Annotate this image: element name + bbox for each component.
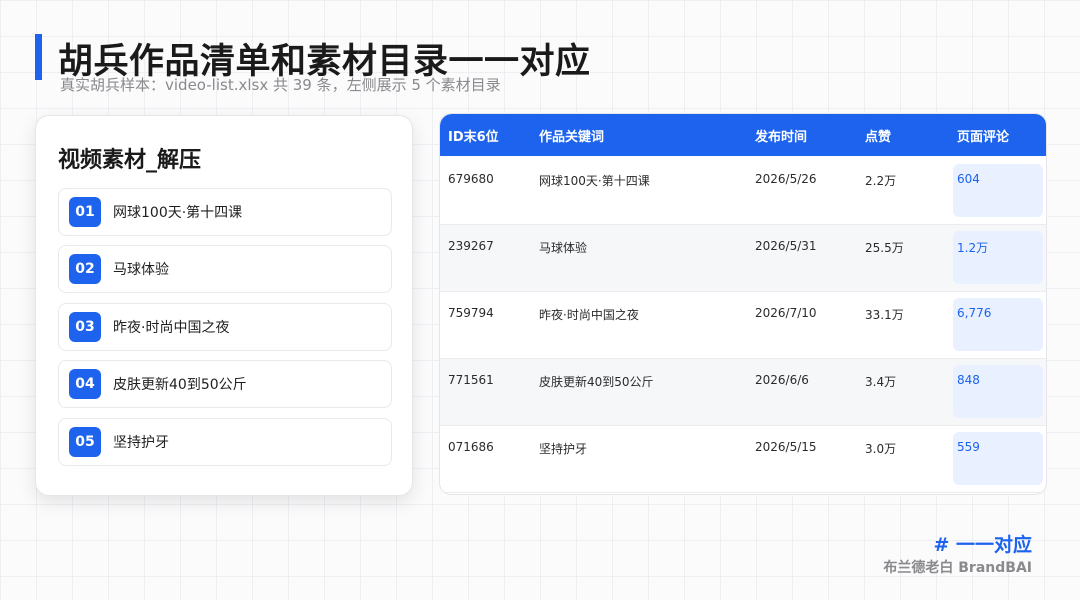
- works-table: ID末6位 作品关键词 发布时间 点赞 页面评论 679680 网球100天·第…: [439, 113, 1047, 495]
- table-row[interactable]: 679680 网球100天·第十四课 2026/5/26 2.2万 604: [440, 158, 1046, 225]
- hashtag-label: # 一一对应: [933, 534, 1032, 556]
- table-row[interactable]: 071686 坚持护牙 2026/5/15 3.0万 559: [440, 426, 1046, 493]
- cell-id: 071686: [448, 440, 494, 454]
- comment-cell: 604: [953, 164, 1043, 217]
- column-header-likes: 点赞: [865, 130, 892, 145]
- cell-keyword: 昨夜·时尚中国之夜: [539, 308, 639, 322]
- table-header: ID末6位 作品关键词 发布时间 点赞 页面评论: [440, 114, 1046, 156]
- cell-comments: 559: [957, 440, 980, 454]
- material-item-label: 昨夜·时尚中国之夜: [113, 320, 230, 336]
- comment-cell: 559: [953, 432, 1043, 485]
- material-item-label: 网球100天·第十四课: [113, 205, 243, 221]
- comment-cell: 1.2万: [953, 231, 1043, 284]
- cell-likes: 33.1万: [865, 308, 904, 322]
- material-item-5[interactable]: 05 坚持护牙: [58, 418, 392, 466]
- cell-id: 239267: [448, 239, 494, 253]
- cell-date: 2026/5/31: [755, 239, 817, 253]
- column-header-id: ID末6位: [448, 130, 499, 145]
- cell-date: 2026/7/10: [755, 306, 817, 320]
- cell-keyword: 皮肤更新40到50公斤: [539, 375, 654, 389]
- item-number-badge: 03: [69, 312, 101, 342]
- cell-comments: 848: [957, 373, 980, 387]
- column-header-comments: 页面评论: [957, 130, 1010, 145]
- cell-date: 2026/5/15: [755, 440, 817, 454]
- material-item-4[interactable]: 04 皮肤更新40到50公斤: [58, 360, 392, 408]
- table-row[interactable]: 239267 马球体验 2026/5/31 25.5万 1.2万: [440, 225, 1046, 292]
- cell-keyword: 网球100天·第十四课: [539, 174, 650, 188]
- cell-id: 679680: [448, 172, 494, 186]
- material-directory-card: 视频素材_解压 01 网球100天·第十四课 02 马球体验 03 昨夜·时尚中…: [35, 115, 413, 496]
- title-accent-bar: [35, 34, 42, 80]
- item-number-badge: 05: [69, 427, 101, 457]
- item-number-badge: 01: [69, 197, 101, 227]
- cell-likes: 3.0万: [865, 442, 897, 456]
- cell-id: 759794: [448, 306, 494, 320]
- cell-date: 2026/6/6: [755, 373, 809, 387]
- cell-keyword: 坚持护牙: [539, 442, 588, 456]
- material-item-label: 皮肤更新40到50公斤: [113, 377, 247, 393]
- cell-comments: 1.2万: [957, 241, 989, 255]
- cell-likes: 25.5万: [865, 241, 904, 255]
- cell-keyword: 马球体验: [539, 241, 588, 255]
- material-item-label: 马球体验: [113, 262, 169, 278]
- cell-id: 771561: [448, 373, 494, 387]
- material-item-1[interactable]: 01 网球100天·第十四课: [58, 188, 392, 236]
- item-number-badge: 04: [69, 369, 101, 399]
- column-header-date: 发布时间: [755, 130, 808, 145]
- table-row[interactable]: 759794 昨夜·时尚中国之夜 2026/7/10 33.1万 6,776: [440, 292, 1046, 359]
- cell-likes: 2.2万: [865, 174, 897, 188]
- item-number-badge: 02: [69, 254, 101, 284]
- comment-cell: 6,776: [953, 298, 1043, 351]
- cell-comments: 604: [957, 172, 980, 186]
- cell-likes: 3.4万: [865, 375, 897, 389]
- brand-watermark: 布兰德老白 BrandBAI: [883, 560, 1032, 576]
- material-item-2[interactable]: 02 马球体验: [58, 245, 392, 293]
- material-item-label: 坚持护牙: [113, 435, 169, 451]
- cell-comments: 6,776: [957, 306, 992, 320]
- column-header-keyword: 作品关键词: [539, 130, 605, 145]
- material-item-3[interactable]: 03 昨夜·时尚中国之夜: [58, 303, 392, 351]
- page-subtitle: 真实胡兵样本：video-list.xlsx 共 39 条，左侧展示 5 个素材…: [60, 76, 501, 94]
- card-title: 视频素材_解压: [58, 148, 202, 173]
- cell-date: 2026/5/26: [755, 172, 817, 186]
- comment-cell: 848: [953, 365, 1043, 418]
- table-row[interactable]: 771561 皮肤更新40到50公斤 2026/6/6 3.4万 848: [440, 359, 1046, 426]
